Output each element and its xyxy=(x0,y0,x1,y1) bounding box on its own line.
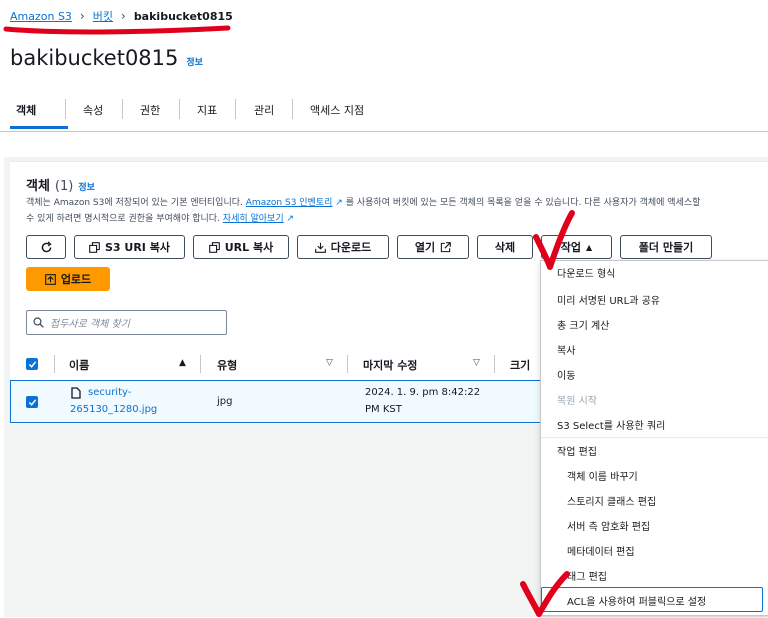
search-icon xyxy=(33,317,44,328)
create-folder-label: 폴더 만들기 xyxy=(638,241,694,254)
tab-bar-divider xyxy=(0,131,768,132)
sort-icon[interactable]: ▲ xyxy=(179,358,186,368)
description-text: 를 사용하여 버킷에 있는 모든 객체의 목록을 얻을 수 있습니다. 다른 사… xyxy=(345,198,701,208)
copy-url-button[interactable]: URL 복사 xyxy=(193,235,289,259)
title-info-link[interactable]: 정보 xyxy=(186,55,203,68)
tab-divider xyxy=(292,99,293,119)
page-title: bakibucket0815 xyxy=(10,46,179,70)
objects-description-line2: 수 있게 하려면 명시적으로 권한을 부여해야 합니다. 자세히 알아보기 ↗ xyxy=(26,211,294,227)
menu-item-initiate-restore: 복원 시작 xyxy=(557,396,597,407)
open-label: 열기 xyxy=(414,241,436,254)
menu-item-copy[interactable]: 복사 xyxy=(557,342,575,357)
tab-metrics[interactable]: 지표 xyxy=(197,102,217,118)
file-name-link[interactable]: 265130_1280.jpg xyxy=(70,401,157,419)
red-underline-annotation xyxy=(3,25,231,35)
external-link-icon: ↗ xyxy=(286,214,295,224)
red-checkmark-annotation xyxy=(520,571,570,617)
column-header-name[interactable]: 이름 xyxy=(69,357,89,373)
file-modified: 2024. 1. 9. pm 8:42:22 xyxy=(365,387,481,398)
create-folder-button[interactable]: 폴더 만들기 xyxy=(620,235,712,259)
objects-description: 객체는 Amazon S3에 저장되어 있는 기본 엔터티입니다. Amazon… xyxy=(26,195,768,211)
upload-icon xyxy=(44,273,56,285)
tab-permissions[interactable]: 권한 xyxy=(140,102,160,118)
download-label: 다운로드 xyxy=(330,241,372,254)
tab-objects[interactable]: 객체 xyxy=(16,102,36,118)
column-header-modified[interactable]: 마지막 수정 xyxy=(363,357,417,373)
active-tab-indicator xyxy=(10,126,68,129)
tab-divider xyxy=(65,99,66,119)
file-name-link[interactable]: security- xyxy=(88,384,131,402)
objects-heading: 객체 xyxy=(26,179,50,194)
tab-divider xyxy=(122,99,123,119)
refresh-button[interactable] xyxy=(26,235,66,259)
row-checkbox[interactable] xyxy=(26,396,38,408)
description-text: 객체는 Amazon S3에 저장되어 있는 기본 엔터티입니다. xyxy=(26,198,243,208)
file-icon xyxy=(71,387,81,399)
menu-item-edit-server-side-encryption[interactable]: 서버 측 암호화 편집 xyxy=(567,518,650,533)
column-divider xyxy=(54,355,55,373)
open-button[interactable]: 열기 xyxy=(397,235,469,259)
description-text: 수 있게 하려면 명시적으로 권한을 부여해야 합니다. xyxy=(26,214,220,224)
download-icon xyxy=(314,242,326,253)
inventory-link[interactable]: Amazon S3 인벤토리 xyxy=(246,198,333,208)
menu-item-edit-storage-class[interactable]: 스토리지 클래스 편집 xyxy=(567,493,656,508)
sort-icon[interactable]: ▽ xyxy=(326,358,333,368)
learn-more-link[interactable]: 자세히 알아보기 xyxy=(223,214,284,224)
column-header-type[interactable]: 유형 xyxy=(217,357,237,373)
upload-button[interactable]: 업로드 xyxy=(26,267,110,291)
menu-item-rename-object[interactable]: 객체 이름 바꾸기 xyxy=(567,468,638,483)
copy-icon xyxy=(89,241,100,253)
checkmark-icon xyxy=(28,398,36,406)
menu-item-share-presigned-url[interactable]: 미리 서명된 URL과 공유 xyxy=(557,292,660,307)
file-modified: PM KST xyxy=(365,404,402,415)
copy-s3-uri-button[interactable]: S3 URI 복사 xyxy=(74,235,185,259)
actions-dropdown-menu: 다운로드 형식 미리 서명된 URL과 공유 총 크기 계산 복사 이동 복원 … xyxy=(540,260,768,616)
select-all-checkbox[interactable] xyxy=(26,358,38,370)
copy-s3-uri-label: S3 URI 복사 xyxy=(105,241,170,254)
tab-access-points[interactable]: 액세스 지점 xyxy=(310,102,364,118)
sort-icon[interactable]: ▽ xyxy=(473,358,480,368)
column-divider xyxy=(347,355,348,373)
delete-label: 삭제 xyxy=(494,241,516,254)
tab-properties[interactable]: 속성 xyxy=(83,102,103,118)
menu-item-edit-metadata[interactable]: 메타데이터 편집 xyxy=(567,543,635,558)
caret-up-icon: ▲ xyxy=(586,242,593,252)
tab-management[interactable]: 관리 xyxy=(254,102,274,118)
upload-label: 업로드 xyxy=(60,273,92,286)
objects-info-link[interactable]: 정보 xyxy=(78,180,95,193)
menu-section-edit-actions: 작업 편집 xyxy=(557,447,597,458)
download-button[interactable]: 다운로드 xyxy=(297,235,389,259)
external-link-icon: ↗ xyxy=(335,198,343,208)
objects-count: (1) xyxy=(54,179,74,194)
tab-bar: 객체 속성 권한 지표 관리 액세스 지점 xyxy=(0,96,768,132)
menu-item-calculate-total-size[interactable]: 총 크기 계산 xyxy=(557,317,609,332)
column-header-size[interactable]: 크기 xyxy=(510,357,530,373)
menu-item-move[interactable]: 이동 xyxy=(557,367,575,382)
file-type: jpg xyxy=(217,396,233,407)
search-placeholder: 접두사로 객체 찾기 xyxy=(50,319,130,330)
refresh-icon xyxy=(41,240,52,252)
column-divider xyxy=(494,355,495,373)
tab-divider xyxy=(179,99,180,119)
menu-item-query-s3-select[interactable]: S3 Select를 사용한 쿼리 xyxy=(557,417,665,432)
tab-divider xyxy=(235,99,236,119)
checkmark-icon xyxy=(28,360,36,368)
menu-item-make-public-using-acl[interactable]: ACL을 사용하여 퍼블릭으로 설정 xyxy=(567,593,706,608)
red-checkmark-annotation xyxy=(533,210,575,270)
column-divider xyxy=(200,355,201,373)
delete-button[interactable]: 삭제 xyxy=(477,235,533,259)
copy-icon xyxy=(208,241,220,253)
menu-divider xyxy=(541,437,768,438)
copy-url-label: URL 복사 xyxy=(224,241,274,254)
search-input[interactable]: 접두사로 객체 찾기 xyxy=(26,310,227,335)
external-link-icon xyxy=(440,241,451,252)
